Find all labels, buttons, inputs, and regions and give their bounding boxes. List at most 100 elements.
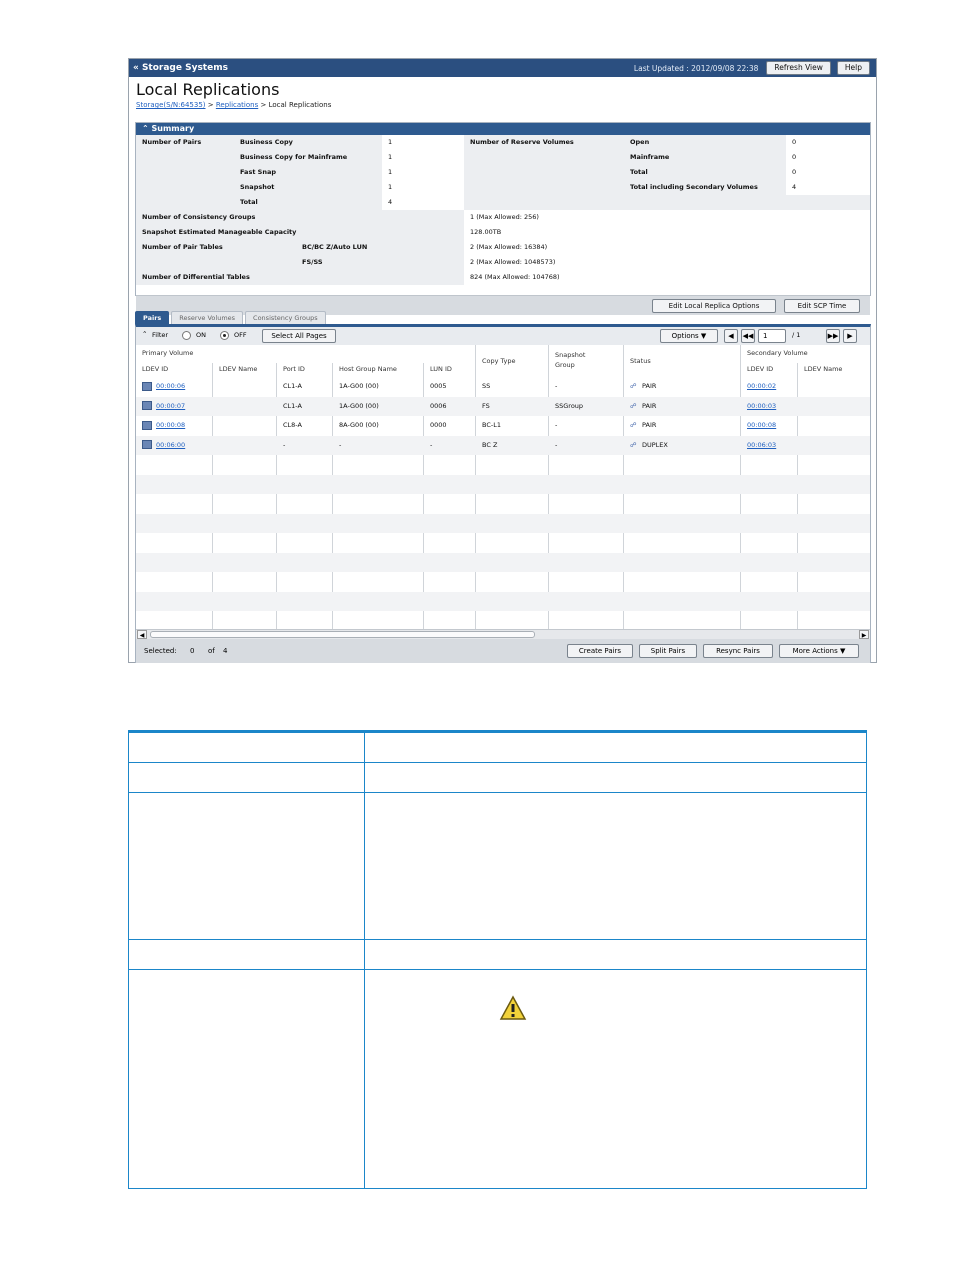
ldev-id-link[interactable]: 00:06:00 — [150, 436, 185, 456]
refresh-view-button[interactable]: Refresh View — [766, 61, 831, 75]
prev-page-icon[interactable]: ◀◀ — [741, 329, 755, 343]
status: DUPLEX — [642, 440, 668, 449]
snapshot-group: - — [555, 421, 558, 429]
resync-pairs-button[interactable]: Resync Pairs — [703, 644, 773, 658]
snapshot-capacity-value: 128.00TB — [470, 228, 502, 236]
snapshot-group: - — [555, 382, 558, 390]
col-ldev-name[interactable]: LDEV Name — [213, 365, 257, 373]
create-pairs-button[interactable]: Create Pairs — [567, 644, 633, 658]
description-table — [128, 730, 867, 1189]
table-row[interactable]: 00:06:00 - - - BC Z - ☍ DUPLEX 00:06:03 — [136, 435, 870, 456]
host-group-name: 8A-G00 (00) — [339, 421, 379, 429]
scroll-left-icon[interactable]: ◀ — [137, 630, 147, 639]
pairs-footer: Selected: 0 of 4 Create Pairs Split Pair… — [136, 639, 870, 663]
pairs-fast-snap-label: Fast Snap — [234, 165, 382, 180]
pair-status-icon: ☍ — [630, 440, 637, 449]
empty-row — [136, 552, 870, 572]
top-bar: « Storage Systems Last Updated : 2012/09… — [129, 59, 876, 77]
pair-status-icon: ☍ — [630, 401, 637, 410]
col-secondary-ldev-id[interactable]: LDEV ID — [741, 365, 773, 373]
reserve-mainframe-value: 0 — [792, 153, 797, 161]
more-actions-label: More Actions — [792, 647, 838, 655]
table-row[interactable]: 00:00:06 CL1-A 1A-G00 (00) 0005 SS - ☍ P… — [136, 377, 870, 397]
col-secondary-ldev-name[interactable]: LDEV Name — [798, 365, 842, 373]
edit-scp-time-button[interactable]: Edit SCP Time — [784, 299, 860, 313]
secondary-ldev-id-link[interactable]: 00:06:03 — [741, 436, 776, 456]
col-host-group-name[interactable]: Host Group Name — [333, 365, 397, 373]
breadcrumb-current: Local Replications — [268, 101, 332, 109]
tab-bar: Pairs Reserve Volumes Consistency Groups — [135, 311, 328, 324]
tab-pairs[interactable]: Pairs — [135, 311, 170, 324]
description-row — [129, 763, 866, 793]
filter-label: Filter — [152, 331, 169, 339]
port-id: CL8-A — [283, 421, 302, 429]
col-snapshot-group[interactable]: Snapshot Group — [549, 350, 607, 370]
copy-type: BC Z — [482, 440, 498, 449]
description-row — [129, 733, 866, 763]
col-lun-id[interactable]: LUN ID — [424, 365, 452, 373]
filter-on-radio[interactable] — [182, 331, 191, 340]
lun-id: - — [430, 440, 433, 449]
horizontal-scrollbar[interactable]: ◀ ▶ — [136, 629, 870, 639]
col-ldev-id[interactable]: LDEV ID — [136, 365, 168, 373]
description-row — [129, 793, 866, 940]
empty-row — [136, 572, 870, 592]
scroll-right-icon[interactable]: ▶ — [859, 630, 869, 639]
of-label: of — [208, 647, 215, 655]
filter-toggle-icon[interactable]: ⌃ — [142, 330, 147, 338]
help-button[interactable]: Help — [836, 61, 870, 75]
options-button[interactable]: Options ▼ — [660, 329, 718, 343]
secondary-ldev-id-link[interactable]: 00:00:03 — [741, 397, 776, 417]
port-id: CL1-A — [283, 382, 302, 390]
pairs-table: Primary Volume Secondary Volume LDEV ID … — [136, 345, 870, 629]
more-actions-button[interactable]: More Actions ▼ — [779, 644, 859, 658]
secondary-ldev-id-link[interactable]: 00:00:08 — [741, 416, 776, 436]
table-row[interactable]: 00:00:08 CL8-A 8A-G00 (00) 0000 BC-L1 - … — [136, 416, 870, 436]
secondary-ldev-id-link[interactable]: 00:00:02 — [741, 377, 776, 397]
col-status[interactable]: Status — [624, 357, 651, 365]
reserve-empty-cell — [624, 195, 870, 210]
breadcrumb-separator: > — [207, 101, 214, 109]
host-group-name: - — [339, 440, 342, 449]
col-port-id[interactable]: Port ID — [277, 365, 305, 373]
select-all-pages-button[interactable]: Select All Pages — [262, 329, 336, 343]
collapse-icon: ⌃ — [142, 124, 149, 133]
ldev-id-link[interactable]: 00:00:08 — [150, 416, 185, 436]
pairs-business-copy-value: 1 — [388, 138, 393, 146]
scroll-thumb[interactable] — [150, 631, 535, 638]
tab-reserve-volumes[interactable]: Reserve Volumes — [171, 311, 244, 324]
secondary-volume-group-header: Secondary Volume — [747, 349, 808, 357]
pair-status-icon: ☍ — [630, 382, 637, 390]
filter-on-label: ON — [196, 331, 206, 339]
edit-local-replica-options-button[interactable]: Edit Local Replica Options — [652, 299, 776, 313]
summary-grid: Number of Pairs Business Copy 1 Business… — [136, 135, 870, 315]
empty-row — [136, 533, 870, 553]
filter-off-radio[interactable] — [220, 331, 229, 340]
total-count: 4 — [223, 647, 228, 655]
breadcrumb-replications[interactable]: Replications — [216, 101, 258, 109]
breadcrumb: Storage(S/N:64535) > Replications > Loca… — [136, 101, 876, 109]
snapshot-group: SSGroup — [555, 401, 584, 410]
radio-selected-dot — [223, 334, 226, 337]
next-page-icon[interactable]: ▶▶ — [826, 329, 840, 343]
copy-type: BC-L1 — [482, 421, 501, 429]
page-number-input[interactable]: 1 — [758, 329, 786, 343]
breadcrumb-storage[interactable]: Storage(S/N:64535) — [136, 101, 206, 109]
description-column-divider — [364, 733, 365, 1189]
col-copy-type[interactable]: Copy Type — [476, 357, 515, 365]
description-row — [129, 940, 866, 970]
local-replications-window: « Storage Systems Last Updated : 2012/09… — [128, 58, 877, 663]
pairs-total-label: Total — [234, 195, 382, 210]
ldev-id-link[interactable]: 00:00:07 — [150, 397, 185, 417]
last-page-icon[interactable]: ▶ — [843, 329, 857, 343]
summary-header[interactable]: ⌃ Summary — [136, 123, 870, 135]
table-row[interactable]: 00:00:07 CL1-A 1A-G00 (00) 0006 FS SSGro… — [136, 396, 870, 417]
ldev-id-link[interactable]: 00:00:06 — [150, 377, 185, 397]
options-label: Options — [671, 332, 699, 340]
storage-systems-link[interactable]: « Storage Systems — [133, 63, 228, 73]
tab-consistency-groups[interactable]: Consistency Groups — [245, 311, 326, 324]
pair-tables-bc-value: 2 (Max Allowed: 16384) — [470, 243, 548, 251]
split-pairs-button[interactable]: Split Pairs — [639, 644, 697, 658]
first-page-icon[interactable]: ◀ — [724, 329, 738, 343]
pairs-bc-mainframe-value: 1 — [388, 153, 393, 161]
